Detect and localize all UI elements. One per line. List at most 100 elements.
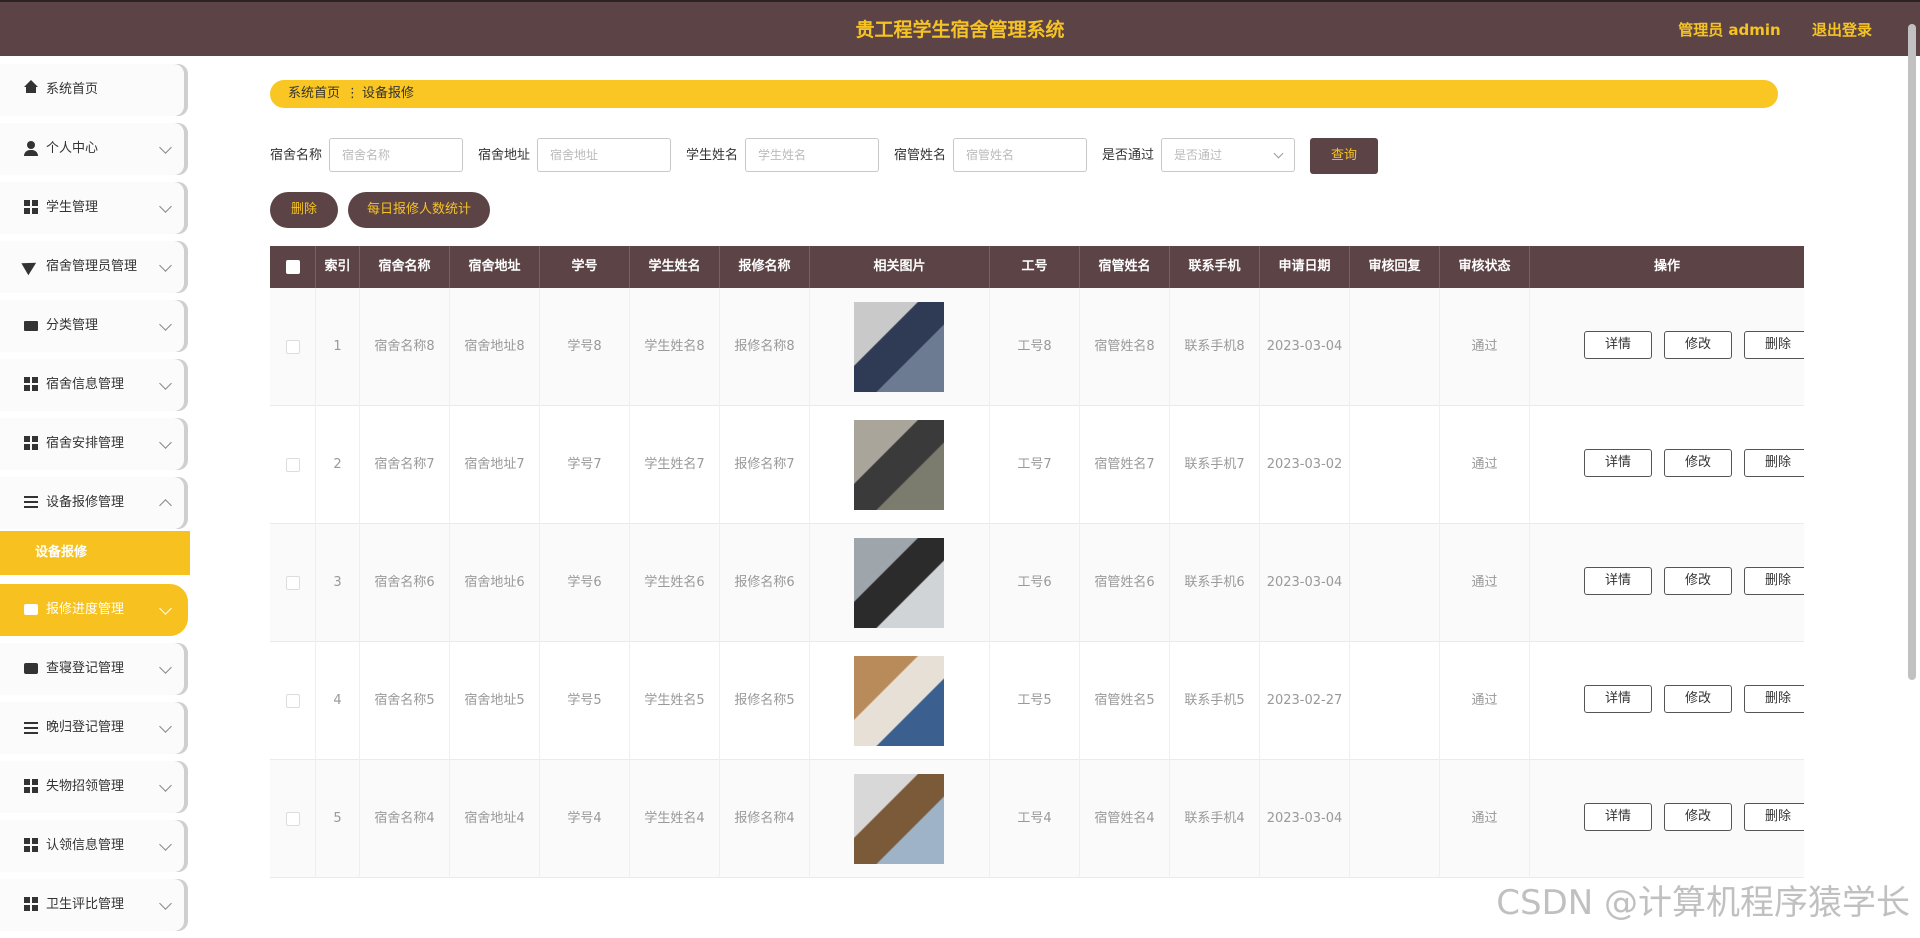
row-edit-button[interactable]: 修改: [1664, 803, 1732, 831]
row-edit-button[interactable]: 修改: [1664, 567, 1732, 595]
repair-photo[interactable]: [854, 302, 944, 392]
sidebar-subitem-repair[interactable]: 设备报修: [0, 531, 190, 575]
student-name-input[interactable]: 学生姓名: [745, 138, 879, 172]
cell-student-name: 学生姓名5: [630, 642, 720, 760]
sidebar-item-lost-found[interactable]: 失物招领管理: [0, 761, 188, 813]
cell-apply-date: 2023-03-04: [1260, 524, 1350, 642]
row-detail-button[interactable]: 详情: [1584, 803, 1652, 831]
chevron-up-icon: [159, 499, 172, 512]
select-all-header[interactable]: [270, 246, 316, 288]
sidebar-item-categories[interactable]: 分类管理: [0, 300, 188, 352]
dorm-name-label: 宿舍名称: [270, 148, 323, 163]
sidebar-item-dorm-check[interactable]: 查寝登记管理: [0, 643, 188, 695]
sidebar-item-dorm-admins[interactable]: 宿舍管理员管理: [0, 241, 188, 293]
cell-index: 4: [316, 642, 360, 760]
cell-staff-no: 工号8: [990, 288, 1080, 406]
select-all-checkbox[interactable]: [285, 260, 300, 274]
sidebar-item-label: 失物招领管理: [46, 779, 125, 794]
row-checkbox[interactable]: [285, 812, 300, 826]
cell-apply-date: 2023-03-02: [1260, 406, 1350, 524]
dorm-name-input[interactable]: 宿舍名称: [329, 138, 463, 172]
cell-dorm-address: 宿舍地址4: [450, 760, 540, 878]
row-checkbox[interactable]: [285, 576, 300, 590]
row-edit-button[interactable]: 修改: [1664, 449, 1732, 477]
cell-actions: 详情 修改 删除: [1530, 288, 1804, 406]
row-delete-button[interactable]: 删除: [1744, 449, 1804, 477]
row-detail-button[interactable]: 详情: [1584, 567, 1652, 595]
sidebar-item-label: 认领信息管理: [46, 838, 125, 853]
cell-student-name: 学生姓名7: [630, 406, 720, 524]
row-delete-button[interactable]: 删除: [1744, 331, 1804, 359]
col-photo: 相关图片: [810, 246, 990, 288]
sidebar-item-label: 分类管理: [46, 318, 99, 333]
manager-name-input[interactable]: 宿管姓名: [953, 138, 1087, 172]
approved-select[interactable]: 是否通过: [1161, 138, 1295, 172]
cell-manager-name: 宿管姓名4: [1080, 760, 1170, 878]
cell-review-reply: [1350, 642, 1440, 760]
sidebar-subitem-label: 设备报修: [35, 545, 88, 560]
query-button[interactable]: 查询: [1310, 138, 1378, 174]
repair-photo[interactable]: [854, 656, 944, 746]
sidebar-item-students[interactable]: 学生管理: [0, 182, 188, 234]
box-icon: [24, 663, 38, 674]
sidebar-item-personal[interactable]: 个人中心: [0, 123, 188, 175]
row-detail-button[interactable]: 详情: [1584, 331, 1652, 359]
approved-label: 是否通过: [1102, 148, 1155, 163]
cell-dorm-name: 宿舍名称6: [360, 524, 450, 642]
cell-dorm-address: 宿舍地址5: [450, 642, 540, 760]
list-icon: [24, 495, 38, 509]
sidebar-item-late-return[interactable]: 晚归登记管理: [0, 702, 188, 754]
row-checkbox[interactable]: [285, 458, 300, 472]
sidebar-item-label: 查寝登记管理: [46, 661, 125, 676]
sidebar-item-hygiene[interactable]: 卫生评比管理: [0, 879, 188, 931]
sidebar-item-claims[interactable]: 认领信息管理: [0, 820, 188, 872]
cell-select: [270, 760, 316, 878]
sidebar-item-label: 宿舍管理员管理: [46, 259, 138, 274]
cell-review-status: 通过: [1440, 642, 1530, 760]
sidebar-item-repair-progress[interactable]: 报修进度管理: [0, 584, 188, 636]
row-detail-button[interactable]: 详情: [1584, 449, 1652, 477]
sidebar-item-dorm-info[interactable]: 宿舍信息管理: [0, 359, 188, 411]
sidebar-item-label: 宿舍安排管理: [46, 436, 125, 451]
dorm-address-input[interactable]: 宿舍地址: [537, 138, 671, 172]
row-edit-button[interactable]: 修改: [1664, 331, 1732, 359]
cell-student-name: 学生姓名6: [630, 524, 720, 642]
sidebar-item-dorm-arrange[interactable]: 宿舍安排管理: [0, 418, 188, 470]
cell-review-status: 通过: [1440, 406, 1530, 524]
row-edit-button[interactable]: 修改: [1664, 685, 1732, 713]
cell-manager-name: 宿管姓名8: [1080, 288, 1170, 406]
cell-review-reply: [1350, 760, 1440, 878]
logout-link[interactable]: 退出登录: [1812, 21, 1872, 39]
cell-staff-no: 工号6: [990, 524, 1080, 642]
row-checkbox[interactable]: [285, 340, 300, 354]
breadcrumb-home[interactable]: 系统首页: [288, 80, 340, 108]
sidebar-item-home[interactable]: 系统首页: [0, 64, 188, 116]
row-delete-button[interactable]: 删除: [1744, 567, 1804, 595]
repair-photo[interactable]: [854, 420, 944, 510]
repair-photo[interactable]: [854, 774, 944, 864]
cell-dorm-name: 宿舍名称8: [360, 288, 450, 406]
row-delete-button[interactable]: 删除: [1744, 803, 1804, 831]
row-delete-button[interactable]: 删除: [1744, 685, 1804, 713]
row-detail-button[interactable]: 详情: [1584, 685, 1652, 713]
daily-repair-stats-button[interactable]: 每日报修人数统计: [348, 192, 490, 228]
row-checkbox[interactable]: [285, 694, 300, 708]
col-dorm-name: 宿舍名称: [360, 246, 450, 288]
student-name-label: 学生姓名: [686, 148, 739, 163]
cell-apply-date: 2023-03-04: [1260, 288, 1350, 406]
chevron-down-icon: [159, 661, 172, 674]
repair-photo[interactable]: [854, 538, 944, 628]
table-row: 2 宿舍名称7 宿舍地址7 学号7 学生姓名7 报修名称7 工号7 宿管姓名7 联系手机7 202…: [270, 406, 1804, 524]
sidebar-item-repair-mgmt[interactable]: 设备报修管理: [0, 477, 188, 529]
scrollbar-thumb[interactable]: [1908, 24, 1916, 680]
cell-review-reply: [1350, 406, 1440, 524]
cell-apply-date: 2023-02-27: [1260, 642, 1350, 760]
cell-dorm-address: 宿舍地址8: [450, 288, 540, 406]
col-manager-name: 宿管姓名: [1080, 246, 1170, 288]
cell-actions: 详情 修改 删除: [1530, 760, 1804, 878]
batch-delete-button[interactable]: 删除: [270, 192, 338, 228]
sidebar-item-label: 系统首页: [46, 82, 99, 97]
approved-select-placeholder: 是否通过: [1174, 148, 1223, 162]
col-repair-name: 报修名称: [720, 246, 810, 288]
chevron-down-icon: [159, 141, 172, 154]
